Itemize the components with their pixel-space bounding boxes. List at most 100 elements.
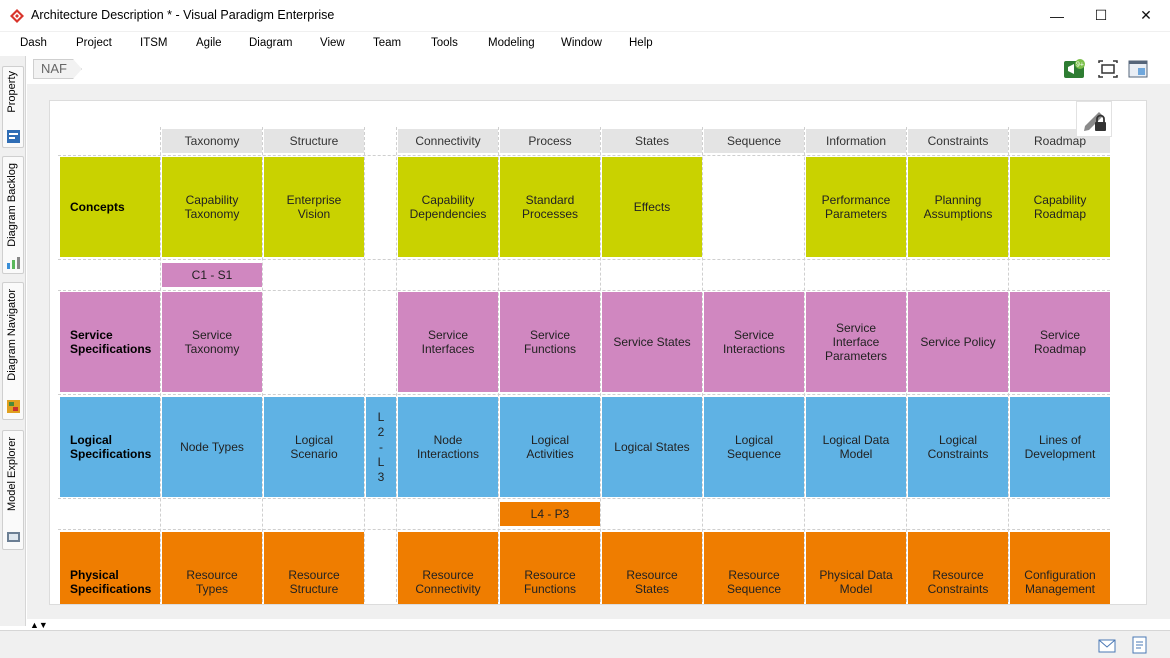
status-bar (0, 630, 1170, 658)
naf-grid-diagram[interactable]: Taxonomy Structure Connectivity Process … (49, 100, 1147, 605)
cell-resource-states[interactable]: Resource States (602, 532, 702, 604)
grid-line (58, 529, 1110, 530)
grid-line (58, 498, 1110, 499)
grid-line (364, 127, 365, 604)
navigator-icon (7, 400, 20, 413)
cell-node-types[interactable]: Node Types (162, 397, 262, 497)
tab-model-explorer[interactable]: Model Explorer (2, 430, 24, 550)
tab-diagram-navigator[interactable]: Diagram Navigator (2, 282, 24, 420)
menu-itsm[interactable]: ITSM (140, 37, 167, 49)
cell-capability-taxonomy[interactable]: Capability Taxonomy (162, 157, 262, 257)
cell-logical-sequence[interactable]: Logical Sequence (704, 397, 804, 497)
cell-capability-dependencies[interactable]: Capability Dependencies (398, 157, 498, 257)
menu-dash[interactable]: Dash (20, 37, 47, 49)
cell-resource-sequence[interactable]: Resource Sequence (704, 532, 804, 604)
close-button[interactable]: ✕ (1123, 0, 1169, 31)
grid-line (1008, 127, 1009, 604)
cell-service-policy[interactable]: Service Policy (908, 292, 1008, 392)
column-header-structure[interactable]: Structure (264, 129, 364, 153)
cell-service-states[interactable]: Service States (602, 292, 702, 392)
cell-service-interface-parameters[interactable]: Service Interface Parameters (806, 292, 906, 392)
cell-service-functions[interactable]: Service Functions (500, 292, 600, 392)
cell-logical-data-model[interactable]: Logical Data Model (806, 397, 906, 497)
grid-line (58, 259, 1110, 260)
backlog-icon (7, 257, 20, 269)
cell-logical-states[interactable]: Logical States (602, 397, 702, 497)
title-bar: Architecture Description * - Visual Para… (0, 0, 1170, 32)
maximize-icon: ☐ (1094, 7, 1108, 23)
pencil-lock-icon (1084, 112, 1106, 131)
fit-diagram-icon[interactable] (1097, 59, 1119, 79)
cell-service-interfaces[interactable]: Service Interfaces (398, 292, 498, 392)
menu-project[interactable]: Project (76, 37, 112, 49)
column-header-connectivity[interactable]: Connectivity (398, 129, 498, 153)
tab-diagram-backlog[interactable]: Diagram Backlog (2, 156, 24, 274)
layout-icon[interactable] (1127, 59, 1149, 79)
row-header-physical-specifications[interactable]: Physical Specifications (60, 532, 160, 604)
cell-l2-l3[interactable]: L 2 - L 3 (366, 397, 396, 497)
grid-line (262, 127, 263, 604)
app-logo-icon (10, 9, 24, 23)
menu-view[interactable]: View (320, 37, 345, 49)
mail-icon[interactable] (1098, 639, 1116, 653)
cell-service-taxonomy[interactable]: Service Taxonomy (162, 292, 262, 392)
cell-service-roadmap[interactable]: Service Roadmap (1010, 292, 1110, 392)
cell-logical-scenario[interactable]: Logical Scenario (264, 397, 364, 497)
cell-resource-structure[interactable]: Resource Structure (264, 532, 364, 604)
grid-line (58, 155, 1110, 156)
cell-node-interactions[interactable]: Node Interactions (398, 397, 498, 497)
cell-resource-types[interactable]: Resource Types (162, 532, 262, 604)
cell-configuration-management[interactable]: Configuration Management (1010, 532, 1110, 604)
tag-l4-p3[interactable]: L4 - P3 (500, 502, 600, 526)
cell-standard-processes[interactable]: Standard Processes (500, 157, 600, 257)
cell-effects[interactable]: Effects (602, 157, 702, 257)
grid-line (396, 127, 397, 604)
tag-c1-s1[interactable]: C1 - S1 (162, 263, 262, 287)
column-header-taxonomy[interactable]: Taxonomy (162, 129, 262, 153)
row-header-service-specifications[interactable]: Service Specifications (60, 292, 160, 392)
cell-logical-constraints[interactable]: Logical Constraints (908, 397, 1008, 497)
menu-window[interactable]: Window (561, 37, 602, 49)
grid-line (702, 127, 703, 604)
column-header-process[interactable]: Process (500, 129, 600, 153)
cell-logical-activities[interactable]: Logical Activities (500, 397, 600, 497)
cell-physical-data-model[interactable]: Physical Data Model (806, 532, 906, 604)
row-header-concepts[interactable]: Concepts (60, 157, 160, 257)
minimize-button[interactable]: — (1034, 0, 1080, 31)
tab-property[interactable]: Property (2, 66, 24, 148)
diagram-area: Taxonomy Structure Connectivity Process … (27, 84, 1170, 619)
cell-resource-connectivity[interactable]: Resource Connectivity (398, 532, 498, 604)
grid-line (498, 127, 499, 604)
column-header-information[interactable]: Information (806, 129, 906, 153)
tab-property-label: Property (6, 71, 18, 113)
grid-line (58, 394, 1110, 395)
announcement-icon[interactable]: 9+ (1063, 59, 1085, 79)
cell-resource-functions[interactable]: Resource Functions (500, 532, 600, 604)
cell-resource-constraints[interactable]: Resource Constraints (908, 532, 1008, 604)
menu-tools[interactable]: Tools (431, 37, 458, 49)
cell-planning-assumptions[interactable]: Planning Assumptions (908, 157, 1008, 257)
cell-service-interactions[interactable]: Service Interactions (704, 292, 804, 392)
note-icon[interactable] (1132, 636, 1148, 654)
row-header-logical-specifications[interactable]: Logical Specifications (60, 397, 160, 497)
grid-line (804, 127, 805, 604)
side-panel-tabs: Property Diagram Backlog Diagram Navigat… (0, 56, 26, 626)
cell-enterprise-vision[interactable]: Enterprise Vision (264, 157, 364, 257)
maximize-button[interactable]: ☐ (1078, 0, 1124, 31)
menu-agile[interactable]: Agile (196, 37, 222, 49)
grid-line (906, 127, 907, 604)
column-header-constraints[interactable]: Constraints (908, 129, 1008, 153)
expand-collapse-icon[interactable]: ▲▼ (30, 620, 48, 630)
menu-diagram[interactable]: Diagram (249, 37, 292, 49)
cell-capability-roadmap[interactable]: Capability Roadmap (1010, 157, 1110, 257)
column-header-states[interactable]: States (602, 129, 702, 153)
minimize-icon: — (1050, 7, 1064, 24)
cell-performance-parameters[interactable]: Performance Parameters (806, 157, 906, 257)
edit-lock-button[interactable] (1076, 101, 1112, 137)
column-header-sequence[interactable]: Sequence (704, 129, 804, 153)
cell-lines-of-development[interactable]: Lines of Development (1010, 397, 1110, 497)
breadcrumb[interactable]: NAF (33, 59, 82, 79)
menu-help[interactable]: Help (629, 37, 653, 49)
menu-modeling[interactable]: Modeling (488, 37, 535, 49)
menu-team[interactable]: Team (373, 37, 401, 49)
